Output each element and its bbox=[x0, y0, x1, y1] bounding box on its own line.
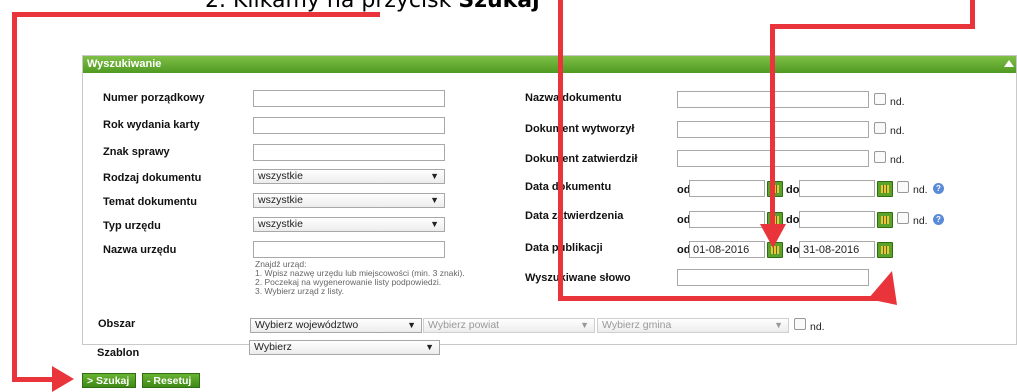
rodzaj-select[interactable]: wszystkie ▼ bbox=[253, 169, 445, 184]
do-label: do bbox=[786, 214, 800, 226]
arrow-down-icon bbox=[760, 224, 786, 248]
label-data-dokumentu: Data dokumentu bbox=[525, 181, 612, 193]
dropdown-arrow-icon: ▼ bbox=[774, 320, 783, 330]
rok-input[interactable] bbox=[253, 117, 445, 134]
gmina-select[interactable]: Wybierz gmina ▼ bbox=[597, 318, 789, 333]
typ-value: wszystkie bbox=[258, 218, 303, 230]
label-znak: Znak sprawy bbox=[103, 146, 170, 158]
gmina-value: Wybierz gmina bbox=[602, 319, 672, 331]
label-numer: Numer porządkowy bbox=[103, 92, 205, 104]
data-dokumentu-do-input[interactable] bbox=[799, 180, 875, 197]
dropdown-arrow-icon: ▼ bbox=[430, 195, 439, 205]
label-obszar: Obszar bbox=[98, 318, 136, 330]
annotation-line bbox=[558, 296, 880, 301]
nd-label: nd. bbox=[890, 96, 905, 108]
label-data-zatwierdzenia: Data zatwierdzenia bbox=[525, 210, 624, 222]
temat-value: wszystkie bbox=[258, 194, 303, 206]
dropdown-arrow-icon: ▼ bbox=[425, 342, 434, 352]
data-dokumentu-nd-checkbox[interactable] bbox=[897, 181, 909, 193]
nd-label: nd. bbox=[810, 321, 825, 333]
annotation-line bbox=[970, 0, 975, 29]
annotation-line bbox=[12, 12, 17, 382]
nazwa-dokumentu-nd-checkbox[interactable] bbox=[874, 93, 886, 105]
hint-line: 3. Wybierz urząd z listy. bbox=[255, 286, 345, 296]
urzad-hint: Znajdź urząd: 1. Wpisz nazwę urzędu lub … bbox=[255, 260, 465, 296]
panel-header[interactable]: Wyszukiwanie bbox=[83, 56, 1016, 73]
nd-label: nd. bbox=[913, 184, 928, 196]
caption-bold: Szukaj bbox=[458, 0, 540, 13]
temat-select[interactable]: wszystkie ▼ bbox=[253, 193, 445, 208]
do-label: do bbox=[786, 184, 800, 196]
annotation-line bbox=[770, 24, 975, 29]
znak-input[interactable] bbox=[253, 144, 445, 161]
nd-label: nd. bbox=[913, 215, 928, 227]
numer-input[interactable] bbox=[253, 90, 445, 107]
label-temat: Temat dokumentu bbox=[103, 196, 197, 208]
reset-button[interactable]: - Resetuj bbox=[142, 373, 200, 388]
wyszukiwane-slowo-input[interactable] bbox=[677, 269, 869, 286]
annotation-line bbox=[12, 12, 380, 17]
annotation-line bbox=[12, 377, 56, 382]
obszar-nd-checkbox[interactable] bbox=[794, 318, 806, 330]
calendar-icon[interactable] bbox=[877, 242, 893, 258]
label-zatwierdzil: Dokument zatwierdził bbox=[525, 153, 638, 165]
do-label: do bbox=[786, 244, 800, 256]
label-szablon: Szablon bbox=[97, 347, 140, 359]
annotation-line bbox=[558, 0, 563, 301]
label-wyszukiwane-slowo: Wyszukiwane słowo bbox=[525, 272, 631, 284]
label-data-publikacji: Data publikacji bbox=[525, 242, 603, 254]
help-icon[interactable]: ? bbox=[933, 183, 944, 194]
wytworzyl-nd-checkbox[interactable] bbox=[874, 122, 886, 134]
label-wytworzyl: Dokument wytworzył bbox=[525, 123, 635, 135]
nd-label: nd. bbox=[890, 125, 905, 137]
dropdown-arrow-icon: ▼ bbox=[430, 219, 439, 229]
label-rok: Rok wydania karty bbox=[103, 119, 200, 131]
wojewodztwo-value: Wybierz województwo bbox=[255, 319, 359, 331]
szablon-select[interactable]: Wybierz ▼ bbox=[249, 340, 440, 355]
label-rodzaj: Rodzaj dokumentu bbox=[103, 172, 202, 184]
powiat-select[interactable]: Wybierz powiat ▼ bbox=[423, 318, 595, 333]
calendar-icon[interactable] bbox=[877, 181, 893, 197]
data-zatwierdzenia-do-input[interactable] bbox=[799, 211, 875, 228]
data-publikacji-do-input[interactable] bbox=[799, 241, 875, 258]
wojewodztwo-select[interactable]: Wybierz województwo ▼ bbox=[250, 318, 422, 333]
szablon-value: Wybierz bbox=[254, 341, 292, 353]
search-button[interactable]: > Szukaj bbox=[82, 373, 136, 388]
calendar-icon[interactable] bbox=[877, 212, 893, 228]
dropdown-arrow-icon: ▼ bbox=[407, 320, 416, 330]
arrow-right-icon bbox=[52, 366, 74, 392]
annotation-line bbox=[770, 24, 775, 229]
powiat-value: Wybierz powiat bbox=[428, 319, 500, 331]
zatwierdzil-nd-checkbox[interactable] bbox=[874, 151, 886, 163]
panel-title: Wyszukiwanie bbox=[87, 58, 162, 70]
label-nazwa-urzedu: Nazwa urzędu bbox=[103, 244, 177, 256]
data-dokumentu-od-input[interactable] bbox=[689, 180, 765, 197]
data-publikacji-od-input[interactable] bbox=[689, 241, 765, 258]
help-icon[interactable]: ? bbox=[933, 214, 944, 225]
nd-label: nd. bbox=[890, 154, 905, 166]
label-nazwa-dokumentu: Nazwa dokumentu bbox=[525, 92, 622, 104]
dropdown-arrow-icon: ▼ bbox=[580, 320, 589, 330]
label-typ: Typ urzędu bbox=[103, 220, 161, 232]
nazwa-urzedu-input[interactable] bbox=[253, 241, 445, 258]
arrow-up-icon bbox=[868, 271, 897, 305]
data-zatwierdzenia-od-input[interactable] bbox=[689, 211, 765, 228]
rodzaj-value: wszystkie bbox=[258, 170, 303, 182]
collapse-icon[interactable] bbox=[1004, 60, 1014, 67]
typ-select[interactable]: wszystkie ▼ bbox=[253, 217, 445, 232]
data-zatwierdzenia-nd-checkbox[interactable] bbox=[897, 212, 909, 224]
dropdown-arrow-icon: ▼ bbox=[430, 171, 439, 181]
